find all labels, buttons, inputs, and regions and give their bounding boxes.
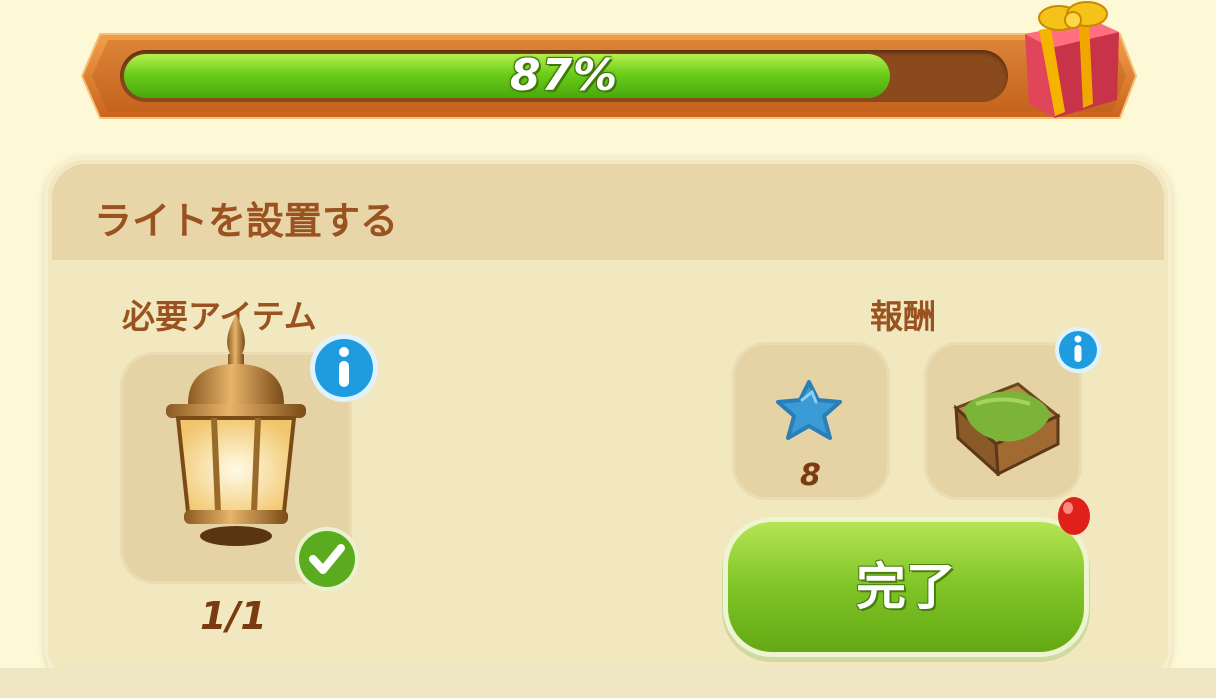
grass-crate-icon — [953, 382, 1061, 476]
complete-button-label: 完了 — [856, 558, 956, 616]
bottom-strip — [0, 668, 1216, 698]
gift-box-icon[interactable] — [1015, 0, 1127, 122]
required-item-count: 1/1 — [200, 594, 267, 638]
check-icon — [295, 527, 359, 591]
blue-star-icon — [776, 380, 842, 440]
progress-label: 87% — [509, 50, 619, 101]
info-icon[interactable] — [1054, 326, 1102, 374]
quest-title: ライトを設置する — [94, 199, 399, 243]
reward-star-amount: 8 — [800, 458, 821, 493]
reward-heading: 報酬 — [870, 297, 936, 336]
notification-dot-icon — [1058, 497, 1090, 535]
complete-button[interactable]: 完了 — [728, 522, 1084, 652]
lantern-icon — [166, 314, 306, 546]
info-icon[interactable] — [308, 332, 380, 404]
